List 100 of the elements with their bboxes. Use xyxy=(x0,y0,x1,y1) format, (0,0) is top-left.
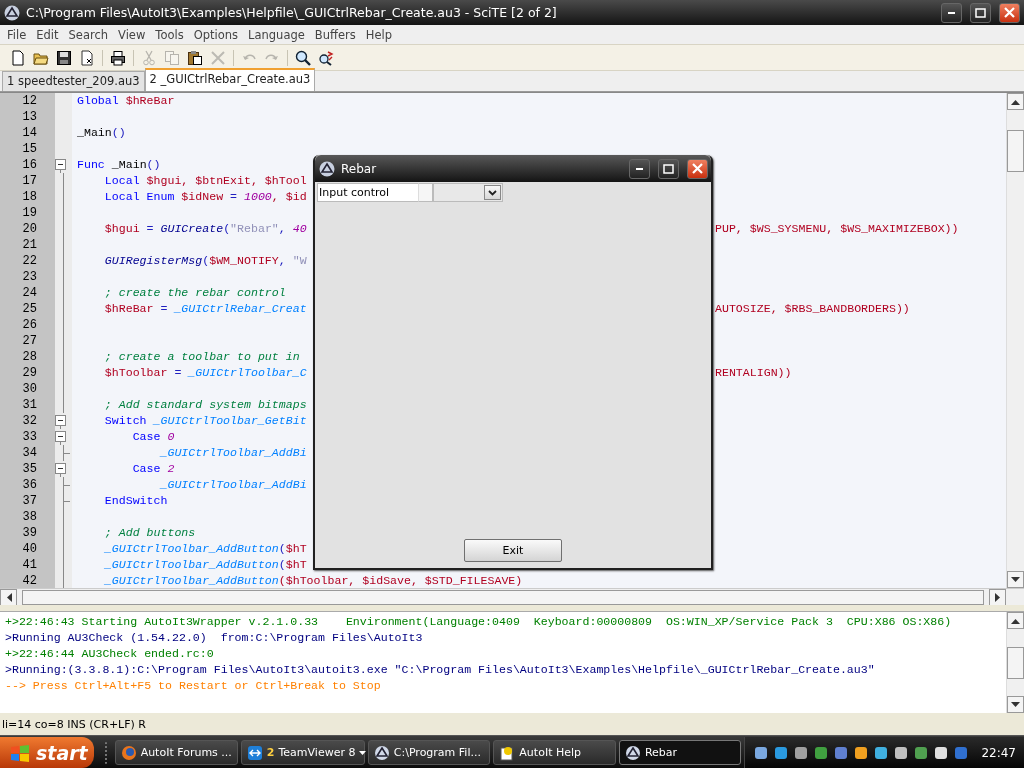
code-text: _GUICtrlToolbar_AddBi xyxy=(158,446,307,459)
vertical-scrollbar[interactable] xyxy=(1006,93,1024,588)
dialog-title: Rebar xyxy=(341,161,377,176)
line-number: 29 xyxy=(21,365,38,381)
line-number: 21 xyxy=(21,237,38,253)
clock: 22:47 xyxy=(981,745,1016,760)
code-text: PUP, $WS_SYSMENU, $WS_MAXIMIZEBOX)) xyxy=(715,222,959,235)
menu-item[interactable]: Help xyxy=(360,27,397,42)
menu-item[interactable]: Tools xyxy=(150,27,189,42)
code-text: _GUICtrlToolbar_AddBi xyxy=(158,478,307,491)
maximize-icon xyxy=(975,7,986,18)
app-icon xyxy=(373,744,390,761)
maximize-button[interactable] xyxy=(658,158,679,179)
line-number: 34 xyxy=(21,445,38,461)
line-number: 16 xyxy=(21,157,38,173)
menu-item[interactable]: File xyxy=(2,27,32,42)
tray-icon[interactable] xyxy=(933,744,950,761)
code-text: $hgui = GUICreate("Rebar", 40 xyxy=(103,222,307,235)
line-number: 15 xyxy=(21,141,38,157)
chevron-down-icon xyxy=(488,189,497,196)
line-number: 31 xyxy=(21,397,38,413)
code-text: Func _Main() xyxy=(77,158,161,171)
search-replace-icon[interactable] xyxy=(318,49,334,66)
menu-item[interactable]: Search xyxy=(63,27,114,42)
taskbar-button[interactable]: C:\Program Fil... xyxy=(367,740,491,765)
scroll-up-button[interactable] xyxy=(1007,612,1024,629)
window-title: C:\Program Files\AutoIt3\Examples\Helpfile\_GUICtrlRebar_Create.au3 - SciTE [2 of 2] xyxy=(26,5,557,20)
minimize-button[interactable] xyxy=(941,2,962,23)
minimize-icon xyxy=(636,167,643,170)
taskbar-button[interactable]: Rebar xyxy=(618,740,742,765)
menu-item[interactable]: Edit xyxy=(31,27,64,42)
close-button[interactable] xyxy=(687,158,708,179)
tray-icon[interactable] xyxy=(913,744,930,761)
flag-icon xyxy=(10,743,30,762)
line-number: 36 xyxy=(21,477,38,493)
fold-toggle-icon[interactable] xyxy=(55,413,66,429)
file-tab[interactable]: 1 speedtester_209.au3 xyxy=(2,71,145,91)
menu-item[interactable]: Language xyxy=(243,27,310,42)
scroll-right-button[interactable] xyxy=(989,588,1006,606)
arrow-down-icon xyxy=(1011,701,1020,708)
output-line: >Running AU3Check (1.54.22.0) from:C:\Program Files\AutoIt3 xyxy=(5,631,423,644)
caret-icon[interactable] xyxy=(359,750,367,755)
code-text: ; create a toolbar to put in xyxy=(103,350,300,363)
scroll-down-button[interactable] xyxy=(1007,696,1024,713)
output-line: +>22:46:43 Starting AutoIt3Wrapper v.2.1.0.33 Environment(Language:0409 Keyboard:00000809 OS:WIN_XP/Service Pack 3 CPU:X86 OS:X86) xyxy=(5,615,952,628)
taskbar-button[interactable]: AutoIt Help xyxy=(493,740,616,765)
printer-icon[interactable] xyxy=(110,49,126,66)
line-number: 20 xyxy=(21,221,38,237)
tray-icon[interactable] xyxy=(853,744,870,761)
minimize-icon xyxy=(948,11,955,14)
line-number: 42 xyxy=(21,573,38,588)
taskbar-button[interactable]: 2 TeamViewer 8 xyxy=(240,740,365,765)
close-file-icon[interactable] xyxy=(79,49,95,66)
tray-icon[interactable] xyxy=(873,744,890,761)
tray-icon[interactable] xyxy=(773,744,790,761)
arrow-right-icon xyxy=(994,592,1001,602)
vertical-scrollbar[interactable] xyxy=(1006,612,1024,713)
tray-icon[interactable] xyxy=(893,744,910,761)
code-text: _Main() xyxy=(77,126,126,139)
scroll-down-button[interactable] xyxy=(1007,571,1024,588)
search-icon[interactable] xyxy=(295,49,311,66)
exit-button[interactable]: Exit xyxy=(464,539,562,562)
taskbar-button[interactable]: AutoIt Forums ... xyxy=(114,740,238,765)
scroll-left-button[interactable] xyxy=(0,588,17,606)
code-text: ; Add buttons xyxy=(103,526,196,539)
new-file-icon[interactable] xyxy=(10,49,26,66)
tray-icon[interactable] xyxy=(753,744,770,761)
app-icon xyxy=(624,744,641,761)
menu-item[interactable]: Buffers xyxy=(309,27,361,42)
line-number: 13 xyxy=(21,109,38,125)
minimize-button[interactable] xyxy=(629,158,650,179)
code-text: ; Add standard system bitmaps xyxy=(103,398,307,411)
output-line: +>22:46:44 AU3Check ended.rc:0 xyxy=(5,647,214,660)
fold-toggle-icon[interactable] xyxy=(55,157,66,173)
globe-icon xyxy=(120,744,137,761)
menu-item[interactable]: Options xyxy=(188,27,244,42)
clipboard-icon[interactable] xyxy=(187,49,203,66)
dropdown-button[interactable] xyxy=(484,185,501,200)
code-text: Case 0 xyxy=(131,430,175,443)
file-tab[interactable]: 2 _GUICtrlRebar_Create.au3 xyxy=(144,68,316,91)
scroll-thumb[interactable] xyxy=(1007,130,1024,172)
fold-toggle-icon[interactable] xyxy=(55,461,66,477)
close-button[interactable] xyxy=(999,2,1020,23)
line-number: 27 xyxy=(21,333,38,349)
input-field[interactable]: Input control xyxy=(317,183,418,202)
scroll-thumb[interactable] xyxy=(1007,646,1024,679)
menu-item[interactable]: View xyxy=(113,27,151,42)
output-line: --> Press Ctrl+Alt+F5 to Restart or Ctrl+Break to Stop xyxy=(5,679,381,692)
start-button[interactable]: start xyxy=(0,737,94,768)
code-text: _GUICtrlToolbar_AddButton($hT xyxy=(103,558,307,571)
grip-icon[interactable] xyxy=(103,741,108,764)
output-line: >Running:(3.3.8.1):C:\Program Files\AutoIt3\autoit3.exe "C:\Program Files\AutoIt3\Examples\Helpfile\_GUICtrlRebar_Create.au3" xyxy=(5,663,875,676)
line-number: 30 xyxy=(21,381,38,397)
code-text: EndSwitch xyxy=(103,494,168,507)
app-icon xyxy=(319,160,335,177)
tray-icon[interactable] xyxy=(793,744,810,761)
fold-toggle-icon[interactable] xyxy=(55,429,66,445)
scroll-up-button[interactable] xyxy=(1007,93,1024,110)
tray-icon[interactable] xyxy=(813,744,830,761)
maximize-button[interactable] xyxy=(970,2,991,23)
